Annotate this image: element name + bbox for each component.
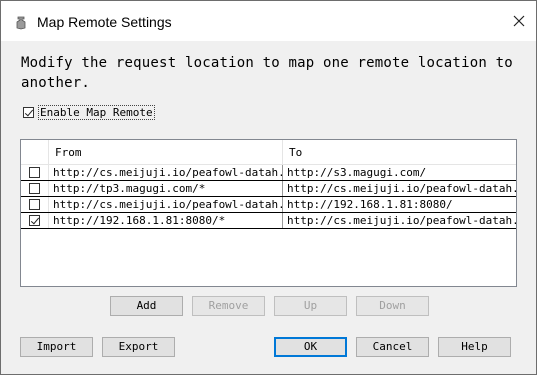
row-to: http://s3.magugi.com/ — [287, 166, 427, 179]
table-header: From To — [21, 140, 516, 165]
close-icon[interactable] — [510, 12, 528, 30]
header-to[interactable]: To — [283, 140, 516, 164]
row-checkbox[interactable] — [29, 183, 40, 194]
row-from: http://tp3.magugi.com/* — [49, 181, 283, 196]
header-from[interactable]: From — [49, 140, 283, 164]
row-to: http://cs.meijuji.io/peafowl-datah... — [287, 214, 516, 227]
table-row[interactable]: http://192.168.1.81:8080/* http://cs.mei… — [21, 213, 516, 229]
table-row[interactable]: http://cs.meijuji.io/peafowl-datah... ht… — [21, 197, 516, 213]
title-bar: Map Remote Settings — [1, 1, 536, 41]
down-button[interactable]: Down — [356, 296, 429, 316]
header-checkbox-column — [21, 140, 49, 164]
cancel-button[interactable]: Cancel — [356, 337, 429, 357]
row-from: http://cs.meijuji.io/peafowl-datah... — [49, 197, 283, 212]
row-from: http://cs.meijuji.io/peafowl-datah... — [49, 165, 283, 180]
mappings-table: From To http://cs.meijuji.io/peafowl-dat… — [20, 139, 517, 287]
row-to: http://cs.meijuji.io/peafowl-datah... — [287, 182, 516, 195]
row-checkbox[interactable] — [29, 199, 40, 210]
remove-button[interactable]: Remove — [192, 296, 265, 316]
add-button[interactable]: Add — [110, 296, 183, 316]
ok-button[interactable]: OK — [274, 337, 347, 357]
row-from: http://192.168.1.81:8080/* — [49, 213, 283, 228]
row-checkbox[interactable] — [29, 215, 40, 226]
row-to: http://192.168.1.81:8080/ — [287, 198, 453, 211]
description-text: Modify the request location to map one r… — [21, 55, 513, 91]
import-button[interactable]: Import — [20, 337, 93, 357]
enable-map-remote[interactable]: Enable Map Remote — [23, 105, 155, 120]
table-row[interactable]: http://cs.meijuji.io/peafowl-datah... ht… — [21, 165, 516, 181]
map-remote-dialog: Map Remote Settings Modify the request l… — [0, 0, 537, 375]
row-checkbox[interactable] — [29, 167, 40, 178]
enable-checkbox[interactable] — [23, 107, 34, 118]
help-button[interactable]: Help — [438, 337, 511, 357]
export-button[interactable]: Export — [102, 337, 175, 357]
table-row[interactable]: http://tp3.magugi.com/* http://cs.meijuj… — [21, 181, 516, 197]
enable-label: Enable Map Remote — [38, 105, 155, 120]
up-button[interactable]: Up — [274, 296, 347, 316]
window-title: Map Remote Settings — [37, 14, 172, 30]
app-icon — [16, 16, 26, 30]
